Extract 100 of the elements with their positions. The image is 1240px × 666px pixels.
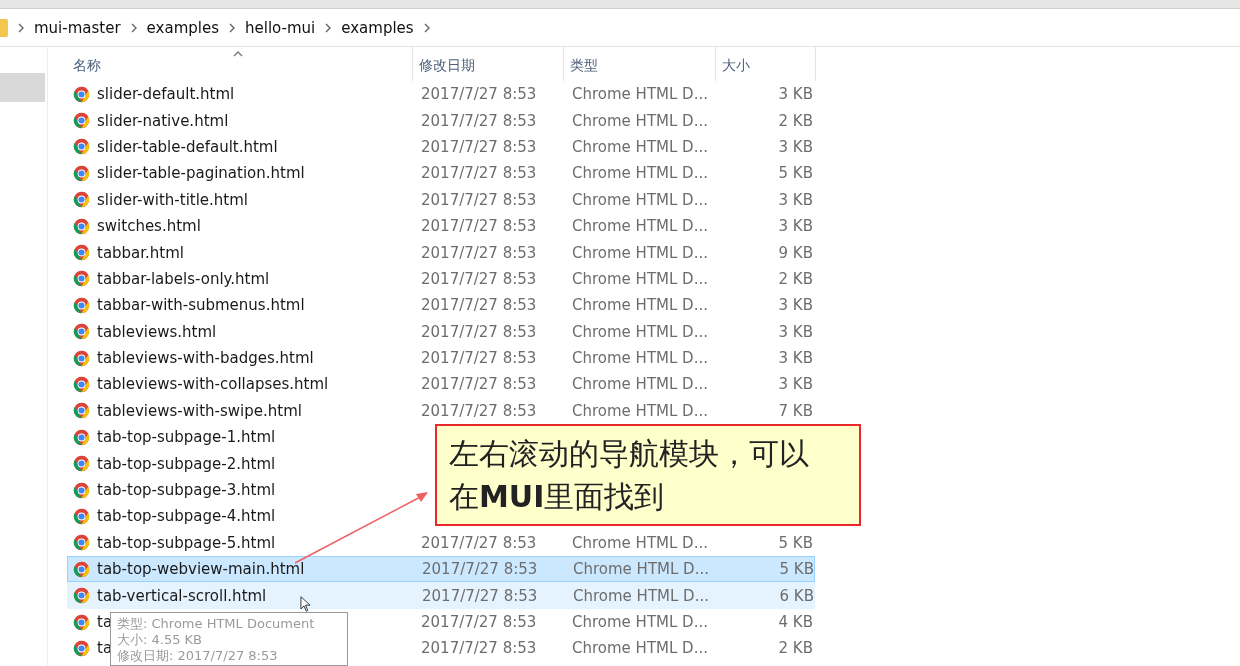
file-name[interactable]: tableviews-with-collapses.html	[97, 375, 329, 394]
file-name[interactable]: slider-default.html	[97, 85, 235, 104]
chrome-icon	[73, 323, 90, 341]
file-name[interactable]: slider-with-title.html	[97, 190, 249, 209]
modified-date: 2017/7/27 8:53	[420, 190, 538, 209]
breadcrumb-item[interactable]: mui-master	[34, 18, 121, 37]
file-name[interactable]: slider-native.html	[97, 111, 229, 130]
tooltip-line: 类型: Chrome HTML Document	[117, 616, 316, 632]
file-size: 6 KB	[778, 586, 814, 605]
file-name[interactable]: tabbar-labels-only.html	[97, 269, 270, 288]
file-size: 2 KB	[777, 111, 813, 130]
column-header[interactable]: 大小	[716, 47, 816, 81]
file-size: 3 KB	[777, 137, 813, 156]
modified-date: 2017/7/27 8:53	[421, 586, 539, 605]
file-row[interactable]: tab-top-subpage-1.html	[67, 424, 277, 451]
file-name[interactable]: tab-top-subpage-1.html	[97, 428, 276, 447]
file-name[interactable]: tabbar-with-submenus.html	[97, 296, 305, 315]
modified-date: 2017/7/27 8:53	[420, 375, 538, 394]
file-type: Chrome HTML D...	[571, 111, 709, 130]
breadcrumb-item[interactable]: examples	[146, 18, 219, 37]
modified-date: 2017/7/27 8:53	[420, 613, 538, 631]
file-size: 2 KB	[777, 639, 813, 658]
file-row[interactable]: tab-top-subpage-3.html	[67, 476, 277, 504]
file-row[interactable]: slider-table-pagination.html	[67, 160, 306, 187]
modified-date: 2017/7/27 8:53	[420, 111, 538, 130]
file-size: 5 KB	[777, 533, 813, 552]
modified-date: 2017/7/27 8:53	[420, 296, 538, 315]
chrome-icon	[73, 217, 90, 235]
chrome-icon	[73, 164, 90, 182]
file-row[interactable]: switches.html	[67, 212, 202, 240]
file-row[interactable]: tabbar-labels-only.html	[67, 265, 271, 293]
file-name[interactable]: tableviews-with-swipe.html	[97, 401, 302, 420]
file-type: Chrome HTML D...	[571, 349, 709, 368]
breadcrumb-item[interactable]: hello-mui	[245, 18, 316, 37]
chevron-right-icon	[423, 22, 430, 33]
chevron-right-icon	[325, 22, 332, 33]
file-size: 3 KB	[777, 296, 813, 315]
file-size: 3 KB	[777, 190, 813, 209]
modified-date: 2017/7/27 8:53	[420, 401, 538, 420]
file-row[interactable]: tableviews-with-collapses.html	[67, 371, 330, 398]
file-name: tab-top-webview-main.html	[97, 560, 305, 579]
modified-date: 2017/7/27 8:53	[420, 243, 538, 262]
file-row[interactable]: tab-vertical-scroll.html 2017/7/27 8:53 Chrome HTML D... 6 KB	[67, 582, 815, 609]
file-name[interactable]: tab-top-subpage-5.html	[97, 533, 276, 552]
file-type: Chrome HTML D...	[571, 217, 709, 236]
file-row[interactable]: slider-native.html	[67, 107, 230, 134]
column-header[interactable]: 类型	[564, 47, 716, 81]
chrome-icon	[73, 613, 90, 631]
file-size: 3 KB	[777, 349, 813, 368]
nav-pane-item[interactable]	[0, 73, 45, 102]
chevron-right-icon	[130, 22, 137, 33]
file-name[interactable]: slider-table-default.html	[97, 137, 278, 156]
file-name[interactable]: tableviews-with-badges.html	[97, 349, 314, 368]
chrome-icon	[73, 534, 90, 552]
file-row[interactable]: tab-top-subpage-2.html	[67, 450, 277, 477]
file-name[interactable]: tableviews.html	[97, 322, 217, 341]
file-type: Chrome HTML D...	[571, 613, 709, 631]
file-name[interactable]: switches.html	[97, 217, 201, 236]
chevron-right-icon	[18, 22, 24, 33]
file-row[interactable]: tableviews-with-swipe.html	[67, 397, 303, 425]
file-row[interactable]: tab-top-subpage-5.html	[67, 529, 277, 557]
chrome-icon	[73, 112, 90, 130]
file-type: Chrome HTML D...	[571, 269, 709, 288]
file-type: Chrome HTML D...	[571, 85, 709, 104]
chrome-icon	[73, 376, 90, 393]
file-row[interactable]: slider-default.html	[67, 81, 236, 108]
chrome-icon	[73, 481, 90, 499]
file-row[interactable]: tableviews.html	[67, 318, 218, 345]
callout-note: 左右滚动的导航模块，可以在MUI里面找到	[435, 424, 861, 526]
file-row[interactable]: tabbar.html	[67, 239, 186, 266]
file-size: 3 KB	[777, 322, 813, 341]
modified-date: 2017/7/27 8:53	[420, 349, 538, 368]
file-name[interactable]: tabbar.html	[97, 243, 185, 262]
file-row[interactable]: tabbar-with-submenus.html	[67, 292, 306, 319]
column-header[interactable]: 名称	[67, 47, 413, 81]
file-size: 3 KB	[777, 85, 813, 104]
chrome-icon	[73, 138, 90, 156]
modified-date: 2017/7/27 8:53	[420, 137, 538, 156]
file-size: 7 KB	[777, 401, 813, 420]
file-row[interactable]: tab-top-webview-main.html 2017/7/27 8:53 Chrome HTML D... 5 KB	[67, 556, 815, 583]
file-type: Chrome HTML D...	[571, 164, 709, 183]
file-name[interactable]: tab-top-subpage-2.html	[97, 454, 276, 473]
chrome-icon	[73, 587, 90, 605]
file-size: 3 KB	[777, 375, 813, 394]
file-row[interactable]: tableviews-with-badges.html	[67, 344, 315, 372]
file-row[interactable]: slider-table-default.html	[67, 133, 279, 161]
file-name[interactable]: tab-top-subpage-4.html	[97, 507, 276, 526]
file-row[interactable]: tab-top-subpage-4.html	[67, 503, 277, 530]
file-type: Chrome HTML D...	[572, 586, 710, 605]
file-name[interactable]: tab-top-subpage-3.html	[97, 481, 276, 500]
file-type: Chrome HTML D...	[571, 533, 709, 552]
modified-date: 2017/7/27 8:53	[420, 164, 538, 183]
file-row[interactable]: slider-with-title.html	[67, 186, 250, 213]
modified-date: 2017/7/27 8:53	[420, 533, 538, 552]
column-header[interactable]: 修改日期	[413, 47, 564, 81]
chrome-icon	[73, 191, 90, 209]
breadcrumb-item[interactable]: examples	[341, 18, 414, 37]
tooltip-line: 大小: 4.55 KB	[117, 632, 204, 648]
file-name[interactable]: slider-table-pagination.html	[97, 164, 305, 183]
file-type: Chrome HTML D...	[571, 243, 709, 262]
